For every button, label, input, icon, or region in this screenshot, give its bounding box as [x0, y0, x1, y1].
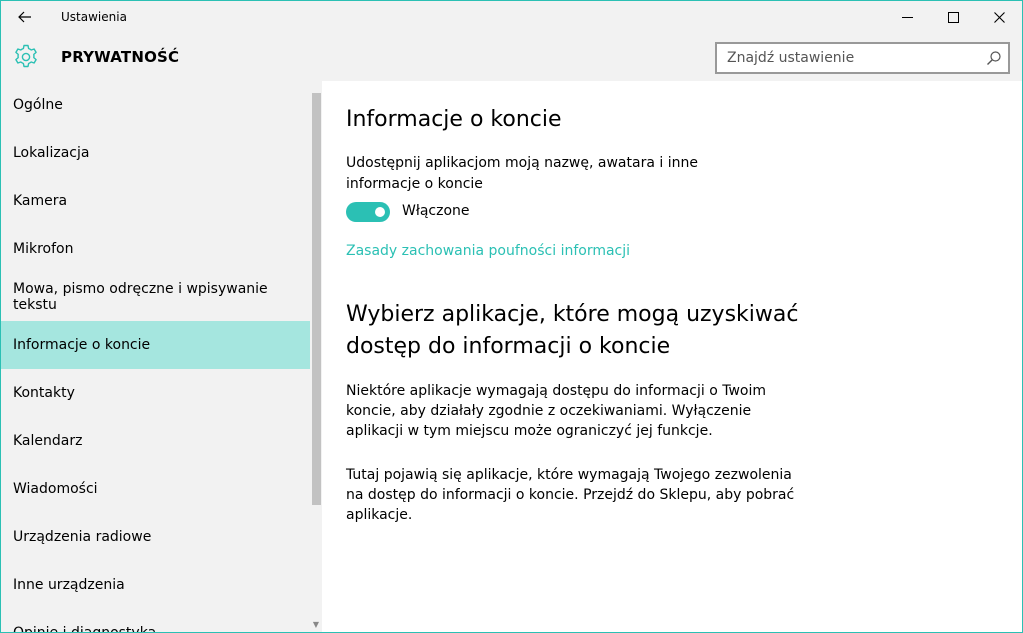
sidebar-item-radios[interactable]: Urządzenia radiowe: [1, 513, 310, 561]
minimize-icon: [901, 16, 913, 18]
sidebar-item-label: Wiadomości: [13, 481, 98, 497]
maximize-button[interactable]: [930, 1, 976, 33]
sidebar-item-microphone[interactable]: Mikrofon: [1, 225, 310, 273]
section-title: PRYWATNOŚĆ: [61, 48, 180, 66]
sidebar-item-label: Opinie i diagnostyka: [13, 625, 157, 633]
sidebar-item-label: Kamera: [13, 193, 68, 209]
back-arrow-icon: [18, 11, 31, 23]
maximize-icon: [947, 11, 959, 23]
close-button[interactable]: [976, 1, 1022, 33]
sidebar-item-label: Kontakty: [13, 385, 75, 401]
sidebar-item-label: Inne urządzenia: [13, 577, 125, 593]
sidebar-item-calendar[interactable]: Kalendarz: [1, 417, 310, 465]
apps-info-paragraph: Niektóre aplikacje wymagają dostępu do i…: [346, 383, 766, 439]
sidebar-item-other-devices[interactable]: Inne urządzenia: [1, 561, 310, 609]
search-icon[interactable]: [986, 50, 1002, 66]
sidebar-item-messaging[interactable]: Wiadomości: [1, 465, 310, 513]
sidebar-scrollbar[interactable]: ▼: [310, 81, 322, 632]
sidebar-item-label: Mowa, pismo odręczne i wpisywanie tekstu: [13, 281, 268, 313]
main-content: Informacje o koncie Udostępnij aplikacjo…: [322, 81, 1022, 632]
scroll-down-icon[interactable]: ▼: [311, 620, 321, 630]
apps-section-heading: Wybierz aplikacje, które mogą uzyskiwać …: [346, 302, 799, 359]
toggle-knob: [375, 207, 385, 217]
sidebar-item-label: Informacje o koncie: [13, 337, 151, 353]
top-bar: Ustawienia PRYWATNOŚĆ Znajdź ustawienie: [1, 1, 1022, 81]
sidebar-item-label: Lokalizacja: [13, 145, 90, 161]
sidebar-item-general[interactable]: Ogólne: [1, 81, 310, 129]
sidebar-item-location[interactable]: Lokalizacja: [1, 129, 310, 177]
apps-store-paragraph: Tutaj pojawią się aplikacje, które wymag…: [346, 467, 795, 523]
privacy-statement-link[interactable]: Zasady zachowania poufności informacji: [346, 243, 630, 259]
search-input[interactable]: [717, 44, 977, 72]
minimize-button[interactable]: [884, 1, 930, 33]
account-info-toggle[interactable]: [346, 202, 390, 222]
scrollbar-thumb[interactable]: [312, 93, 321, 505]
sidebar-item-label: Mikrofon: [13, 241, 74, 257]
back-button[interactable]: [1, 1, 49, 33]
toggle-state-label: Włączone: [402, 203, 470, 219]
sidebar-item-label: Urządzenia radiowe: [13, 529, 152, 545]
settings-window: Ustawienia PRYWATNOŚĆ Znajdź ustawienie …: [0, 0, 1023, 633]
gear-icon: [15, 44, 37, 68]
sidebar-item-label: Ogólne: [13, 97, 63, 113]
sidebar: Ogólne Lokalizacja Kamera Mikrofon Mowa,…: [1, 81, 322, 633]
sidebar-item-contacts[interactable]: Kontakty: [1, 369, 310, 417]
sidebar-item-feedback-diagnostics[interactable]: Opinie i diagnostyka: [1, 609, 310, 633]
sidebar-item-speech-inking-typing[interactable]: Mowa, pismo odręczne i wpisywanie tekstu: [1, 273, 310, 321]
page-header: PRYWATNOŚĆ: [1, 33, 1022, 81]
sidebar-item-camera[interactable]: Kamera: [1, 177, 310, 225]
app-title: Ustawienia: [61, 10, 127, 24]
close-icon: [993, 11, 1005, 23]
title-bar: Ustawienia: [1, 1, 1022, 33]
sidebar-item-label: Kalendarz: [13, 433, 83, 449]
search-box[interactable]: [715, 42, 1010, 74]
page-title: Informacje o koncie: [346, 107, 562, 132]
sidebar-item-account-info[interactable]: Informacje o koncie: [1, 321, 310, 369]
account-info-description: Udostępnij aplikacjom moją nazwę, awatar…: [346, 155, 698, 192]
